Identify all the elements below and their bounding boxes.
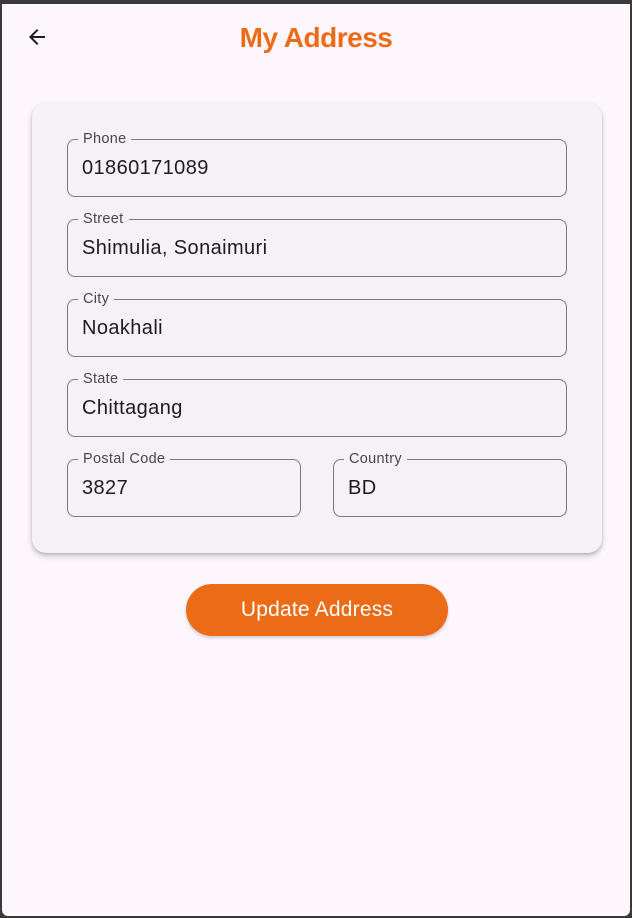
app-bar: My Address	[2, 4, 630, 76]
city-label: City	[78, 290, 115, 308]
phone-field: Phone	[67, 130, 567, 197]
country-input[interactable]	[348, 474, 552, 502]
street-label: Street	[78, 210, 129, 228]
update-address-button[interactable]: Update Address	[186, 584, 448, 636]
state-field: State	[67, 370, 567, 437]
phone-input[interactable]	[82, 154, 552, 182]
phone-label: Phone	[78, 130, 132, 148]
address-screen: My Address Phone Street City State Posta…	[2, 4, 630, 916]
country-field: Country	[333, 450, 567, 517]
address-form-card: Phone Street City State Postal Code Coun…	[32, 103, 602, 553]
postal-code-input[interactable]	[82, 474, 286, 502]
city-field: City	[67, 290, 567, 357]
street-input[interactable]	[82, 234, 552, 262]
city-input[interactable]	[82, 314, 552, 342]
postal-code-field: Postal Code	[67, 450, 301, 517]
street-field: Street	[67, 210, 567, 277]
state-input[interactable]	[82, 394, 552, 422]
state-label: State	[78, 370, 124, 388]
postal-code-label: Postal Code	[78, 450, 171, 468]
country-label: Country	[344, 450, 407, 468]
page-title: My Address	[239, 22, 393, 53]
